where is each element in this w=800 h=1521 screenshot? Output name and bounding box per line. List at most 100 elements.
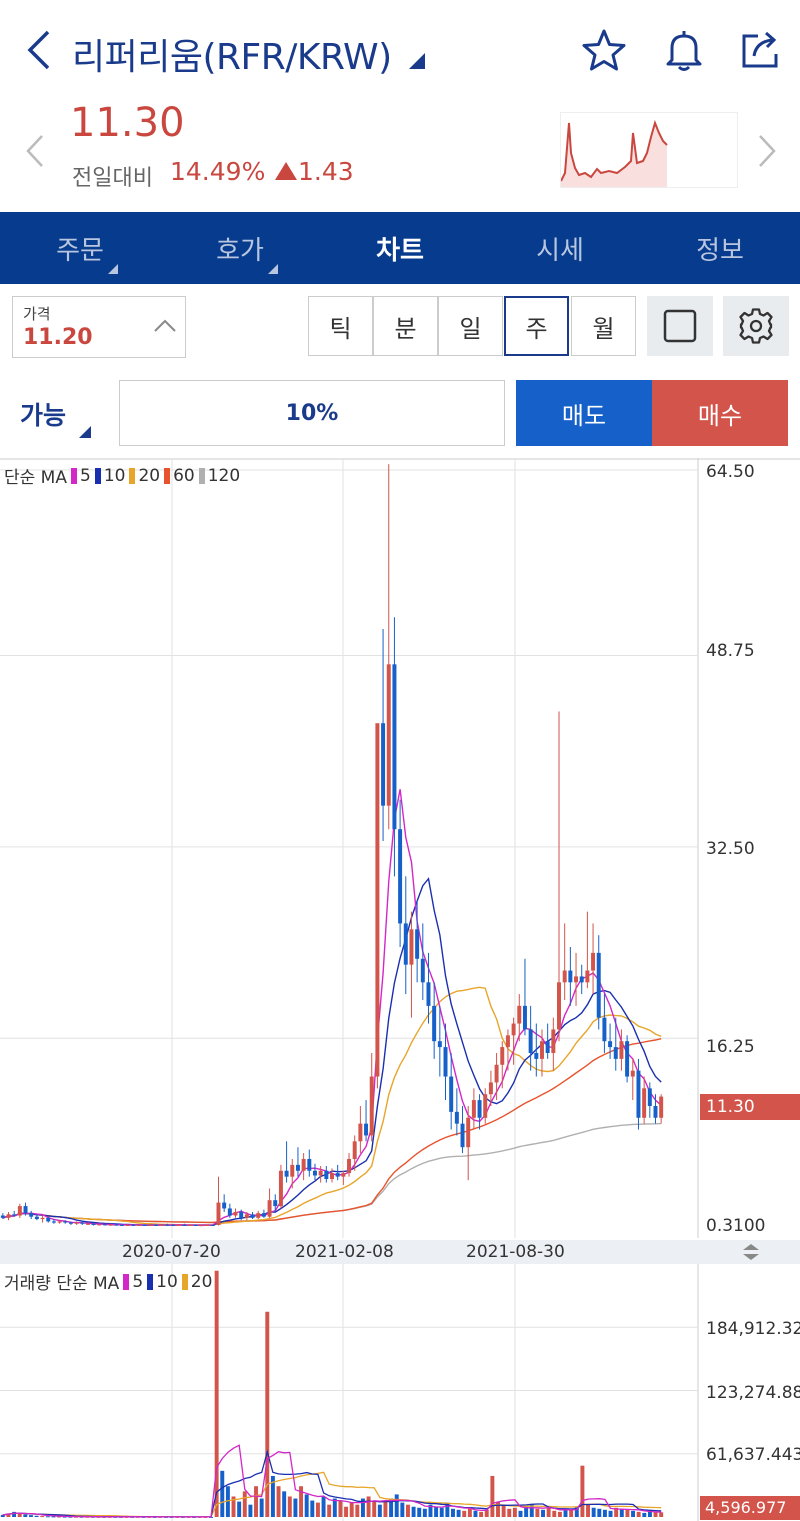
buy-button[interactable]: 매수	[652, 380, 788, 446]
period-week-button[interactable]: 주	[504, 296, 569, 356]
volume-bar	[647, 1511, 652, 1517]
resize-handle-icon[interactable]	[740, 1242, 762, 1262]
volume-bar	[636, 1511, 641, 1517]
volume-bar	[625, 1509, 630, 1517]
back-arrow-icon[interactable]	[22, 28, 56, 72]
volume-bar	[237, 1501, 242, 1517]
candle-body	[154, 1224, 159, 1226]
tab-orderbook[interactable]: 호가	[160, 212, 320, 284]
volume-bar	[546, 1507, 551, 1517]
settings-button[interactable]	[723, 296, 789, 356]
candle-body	[312, 1170, 317, 1176]
volume-bar	[535, 1508, 540, 1517]
candle-body	[216, 1202, 221, 1225]
candle-body	[97, 1224, 102, 1226]
candle-body	[210, 1224, 215, 1226]
tab-info[interactable]: 정보	[640, 212, 800, 284]
vol-ma5-label: 5	[132, 1271, 144, 1292]
volume-bar	[23, 1514, 28, 1517]
volume-bar	[315, 1502, 320, 1517]
volume-bar	[653, 1511, 658, 1517]
volume-chart[interactable]	[0, 1264, 800, 1521]
candle-body	[250, 1214, 255, 1218]
page-title[interactable]: 리퍼리움(RFR/KRW)	[72, 28, 425, 80]
y-tick-label: 0.3100	[706, 1216, 766, 1236]
candle-body	[34, 1216, 39, 1220]
y-tick-label: 64.50	[706, 462, 755, 482]
candle-body	[483, 1094, 488, 1118]
price-selector[interactable]: 가격 11.20	[12, 296, 186, 358]
volume-bar	[45, 1516, 50, 1518]
candle-body	[347, 1158, 352, 1174]
volume-bar	[344, 1506, 349, 1517]
candle-body	[500, 1047, 505, 1065]
tab-order[interactable]: 주문	[0, 212, 160, 284]
candle-body	[0, 1215, 5, 1218]
price-chart[interactable]	[0, 458, 800, 1240]
available-selector[interactable]: 가능	[20, 396, 91, 438]
x-axis: 2020-07-20 2021-02-08 2021-08-30	[0, 1240, 800, 1264]
ma60-swatch	[164, 467, 171, 484]
candle-body	[29, 1213, 34, 1217]
vol-y-tick-label: 184,912.329	[706, 1319, 800, 1339]
share-icon[interactable]	[738, 26, 786, 74]
period-tick-button[interactable]: 틱	[308, 296, 373, 356]
volume-bar	[28, 1515, 33, 1517]
candle-body	[494, 1064, 499, 1083]
change-amount-value: 1.43	[298, 157, 354, 186]
volume-bar	[383, 1501, 388, 1517]
candle-body	[330, 1173, 334, 1180]
next-chevron-icon[interactable]	[756, 134, 778, 168]
bell-icon[interactable]	[660, 26, 708, 74]
menu-corner-icon	[268, 264, 278, 274]
candle-body	[57, 1221, 62, 1223]
candle-body	[193, 1224, 198, 1226]
candle-body	[659, 1096, 664, 1118]
volume-bar	[259, 1498, 264, 1517]
percent-selector[interactable]: 10%	[119, 380, 505, 446]
candle-body	[227, 1208, 232, 1216]
volume-legend-label: 거래량 단순 MA	[4, 1274, 120, 1294]
candle-body	[137, 1224, 142, 1226]
candle-body	[12, 1214, 17, 1216]
candle-body	[267, 1200, 272, 1217]
change-amount: 1.43	[274, 157, 354, 186]
star-icon[interactable]	[580, 26, 628, 74]
candle-body	[278, 1170, 283, 1207]
volume-bar	[586, 1504, 591, 1517]
ma20-swatch	[129, 467, 136, 484]
fullscreen-button[interactable]	[647, 296, 713, 356]
period-day-button[interactable]: 일	[438, 296, 503, 356]
candle-body	[74, 1222, 79, 1224]
volume-bar	[276, 1486, 281, 1517]
candle-body	[545, 1041, 550, 1053]
candle-body	[159, 1224, 164, 1226]
candle-body	[619, 1041, 624, 1059]
volume-bar	[580, 1465, 585, 1517]
prev-chevron-icon[interactable]	[24, 134, 46, 168]
volume-bar	[473, 1510, 478, 1517]
candle-body	[528, 1029, 533, 1053]
volume-bar	[40, 1516, 45, 1518]
candle-body	[120, 1224, 125, 1226]
candle-body	[534, 1052, 539, 1059]
candle-body	[596, 952, 601, 1018]
period-minute-button[interactable]: 분	[373, 296, 438, 356]
candle-body	[403, 923, 408, 965]
candle-body	[454, 1111, 459, 1124]
sell-button[interactable]: 매도	[516, 380, 652, 446]
volume-bar	[507, 1508, 512, 1517]
candle-body	[68, 1222, 73, 1224]
candle-body	[386, 664, 391, 806]
tab-chart[interactable]: 차트	[320, 212, 480, 284]
volume-bar	[569, 1509, 574, 1517]
period-month-button[interactable]: 월	[571, 296, 636, 356]
tab-quotes[interactable]: 시세	[480, 212, 640, 284]
change-percent: 14.49%	[170, 157, 266, 186]
candle-body	[477, 1100, 482, 1118]
candle-body	[205, 1224, 210, 1226]
sparkline-chart[interactable]	[560, 112, 738, 188]
vol-ma10-label: 10	[156, 1271, 178, 1292]
candle-body	[653, 1105, 658, 1118]
volume-bar	[372, 1501, 377, 1517]
